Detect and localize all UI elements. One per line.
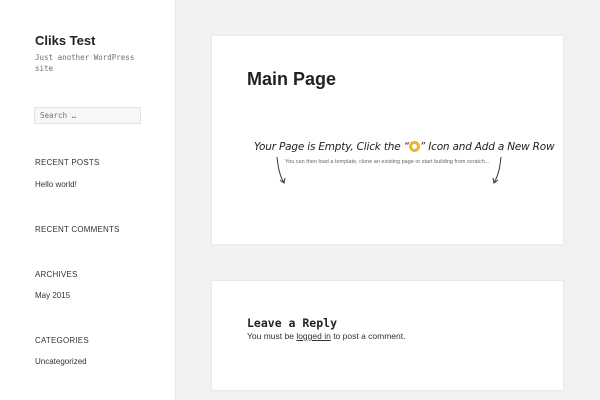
builder-icon[interactable] <box>408 141 420 152</box>
empty-page-headline: Your Page is Empty, Click the “ ” Icon an… <box>254 141 555 153</box>
login-notice-start: You must be <box>247 331 297 341</box>
main-page-card: Main Page Your Page is Empty, Click the … <box>211 35 564 245</box>
category-link[interactable]: Uncategorized <box>35 357 87 366</box>
login-notice-end: to post a comment. <box>330 331 406 341</box>
down-arrow-icon <box>276 156 286 184</box>
comments-card: Leave a Reply You must be logged in to p… <box>211 280 564 391</box>
login-link[interactable]: logged in <box>296 331 331 341</box>
page: Cliks Test Just another WordPress site R… <box>0 0 600 400</box>
recent-comments-heading: RECENT COMMENTS <box>35 225 120 234</box>
empty-headline-end: ” Icon and Add a New Row <box>419 141 555 153</box>
recent-post-link[interactable]: Hello world! <box>35 180 77 189</box>
page-title: Main Page <box>247 69 337 89</box>
down-arrow-icon <box>492 156 502 184</box>
reply-heading: Leave a Reply <box>247 316 338 330</box>
search-input[interactable] <box>34 107 141 124</box>
categories-heading: CATEGORIES <box>35 336 89 345</box>
archive-link[interactable]: May 2015 <box>35 291 70 300</box>
sidebar: Cliks Test Just another WordPress site R… <box>0 0 176 400</box>
archives-heading: ARCHIVES <box>35 270 78 279</box>
login-notice: You must be logged in to post a comment. <box>247 331 405 341</box>
recent-posts-heading: RECENT POSTS <box>35 158 100 167</box>
empty-page-subtext: You can then load a template, clone an e… <box>285 159 490 165</box>
site-description: Just another WordPress site <box>35 53 135 73</box>
empty-headline-start: Your Page is Empty, Click the “ <box>254 141 409 153</box>
site-title[interactable]: Cliks Test <box>35 33 95 48</box>
